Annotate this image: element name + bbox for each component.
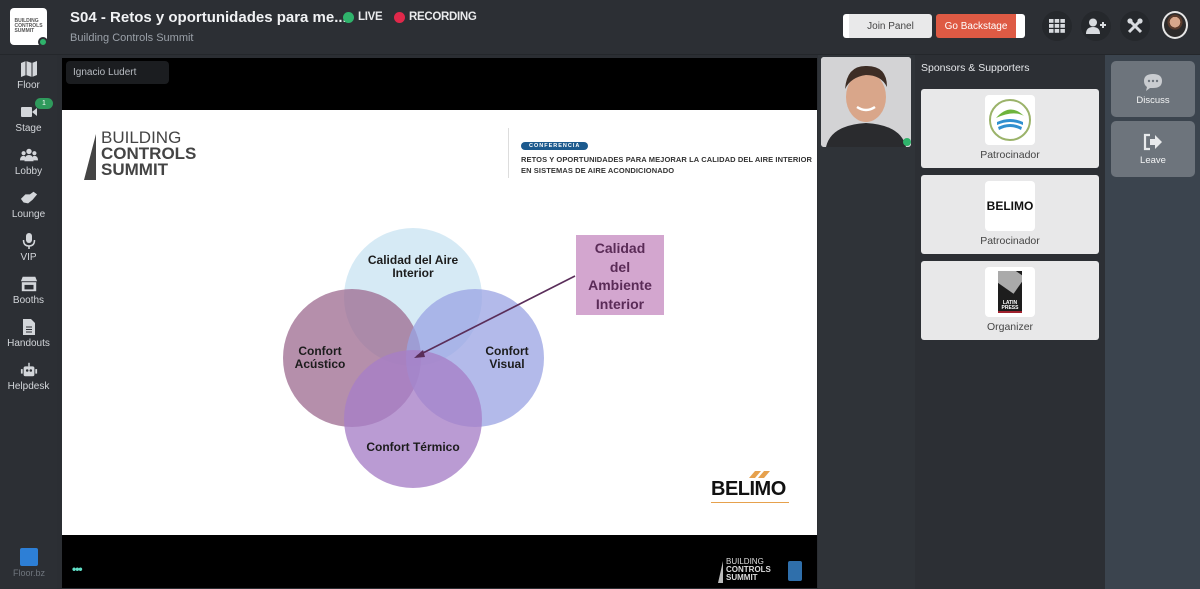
nav-label: VIP [20,252,37,263]
top-bar: BUILDING CONTROLS SUMMIT S04 - Retos y o… [0,0,1200,55]
logo-line: SUMMIT [726,573,758,582]
sponsors-panel: Sponsors & Supporters Patrocinador BELIM… [915,55,1105,589]
sponsor-card[interactable]: Patrocinador [921,89,1099,168]
nav-item-booths[interactable]: Booths [0,275,57,315]
nav-item-lobby[interactable]: Lobby [0,146,57,186]
nav-label: Booths [12,295,45,306]
discuss-label: Discuss [1136,94,1170,106]
nav-label: Handouts [7,338,50,349]
left-nav: Floor Stage 1 Lobby Lounge VIP Booths Ha… [0,55,57,589]
presentation-slide: BUILDING CONTROLS SUMMIT CONFERENCIA RET… [62,110,817,535]
sponsor-caption: Patrocinador [980,235,1040,247]
tools-button[interactable] [1120,11,1150,41]
latin-press-logo: LATIN PRESS [985,267,1035,317]
microphone-icon [22,233,35,249]
stage-video[interactable]: Ignacio Ludert BUILDING CONTROLS SUMMIT … [62,58,817,588]
app-root: BUILDING CONTROLS SUMMIT S04 - Retos y o… [0,0,1200,589]
venn-label-acoustic: Confort Acústico [294,344,346,371]
callout-box: Calidad del Ambiente Interior [576,235,664,315]
recording-dot-icon [394,11,405,23]
latin-press-logo-icon: LATIN PRESS [998,271,1022,313]
organizer-caption: Organizer [986,321,1034,333]
tools-icon [1127,18,1143,34]
go-backstage-button[interactable]: Go Backstage [936,14,1025,38]
user-avatar[interactable] [1162,11,1188,39]
join-panel-button[interactable]: Join Panel [843,14,932,38]
live-label: LIVE [358,11,383,23]
floorbz-logo-icon [20,548,38,566]
reliable-controls-logo [985,95,1035,145]
nav-label: Stage [15,123,42,134]
floorbz-brand[interactable]: Floor.bz [8,548,50,578]
venn-label-thermal: Confort Térmico [366,440,460,454]
venn-diagram [283,228,576,488]
people-icon [19,148,38,162]
leave-label: Leave [1140,154,1166,166]
belimo-logo-text: BELIMO [986,199,1034,213]
belimo-logo: BELIMO [985,181,1035,231]
sponsor-card[interactable]: BELIMO Patrocinador [921,175,1099,254]
grid-button[interactable] [1042,11,1072,41]
recording-status: RECORDING [394,11,477,23]
nav-label: Floor [17,80,40,91]
more-options-button[interactable]: ••• [72,562,83,576]
robot-icon [20,362,37,377]
presenter-camera[interactable] [821,57,911,147]
nav-label: Helpdesk [7,381,50,392]
belimo-stripes-icon [749,471,770,478]
map-icon [20,61,37,77]
live-dot-icon [343,11,354,23]
presenter-online-dot [903,138,911,146]
nav-item-floor[interactable]: Floor [0,60,57,100]
venn-label-air-quality: Calidad del Aire Interior [367,253,459,280]
recording-label: RECORDING [409,11,477,23]
floorbz-badge-icon [788,561,802,581]
belimo-wordmark: BELIMO [711,478,786,500]
nav-item-lounge[interactable]: Lounge [0,189,57,229]
nav-label: Lounge [11,209,46,220]
document-icon [22,319,35,335]
sponsor-caption: Patrocinador [980,149,1040,161]
add-user-button[interactable] [1081,11,1111,41]
belimo-underline [711,502,789,503]
nav-item-helpdesk[interactable]: Helpdesk [0,361,57,401]
discuss-button[interactable]: Discuss [1111,61,1195,117]
live-status: LIVE [343,11,383,23]
session-title: S04 - Retos y oportunidades para me... [70,9,347,26]
handshake-icon [20,191,37,204]
belimo-logo: BELIMO [711,471,789,503]
sponsors-heading: Sponsors & Supporters [921,62,1030,74]
actions-panel: Discuss Leave [1105,55,1200,589]
nav-item-handouts[interactable]: Handouts [0,318,57,358]
venn-circle-thermal [344,350,482,488]
leave-button[interactable]: Leave [1111,121,1195,177]
sign-out-icon [1143,133,1162,150]
online-status-dot [38,37,48,47]
nav-label: Lobby [14,166,43,177]
logo-triangle [718,561,723,583]
stage-badge: 1 [35,98,53,109]
nav-item-stage[interactable]: Stage 1 [0,98,57,143]
presenter-photo [821,57,911,147]
logo-line: SUMMIT [14,28,35,34]
store-icon [20,276,37,292]
floorbz-label: Floor.bz [12,568,45,578]
grid-icon [1049,19,1065,33]
speaker-name-tag: Ignacio Ludert [66,61,169,84]
nav-item-vip[interactable]: VIP [0,232,57,272]
event-name: Building Controls Summit [70,32,194,44]
venn-label-visual: Confort Visual [485,344,529,371]
reliable-controls-logo-icon [989,99,1031,141]
organizer-card[interactable]: LATIN PRESS Organizer [921,261,1099,340]
chat-bubble-icon [1144,73,1162,91]
add-user-icon [1086,18,1106,34]
